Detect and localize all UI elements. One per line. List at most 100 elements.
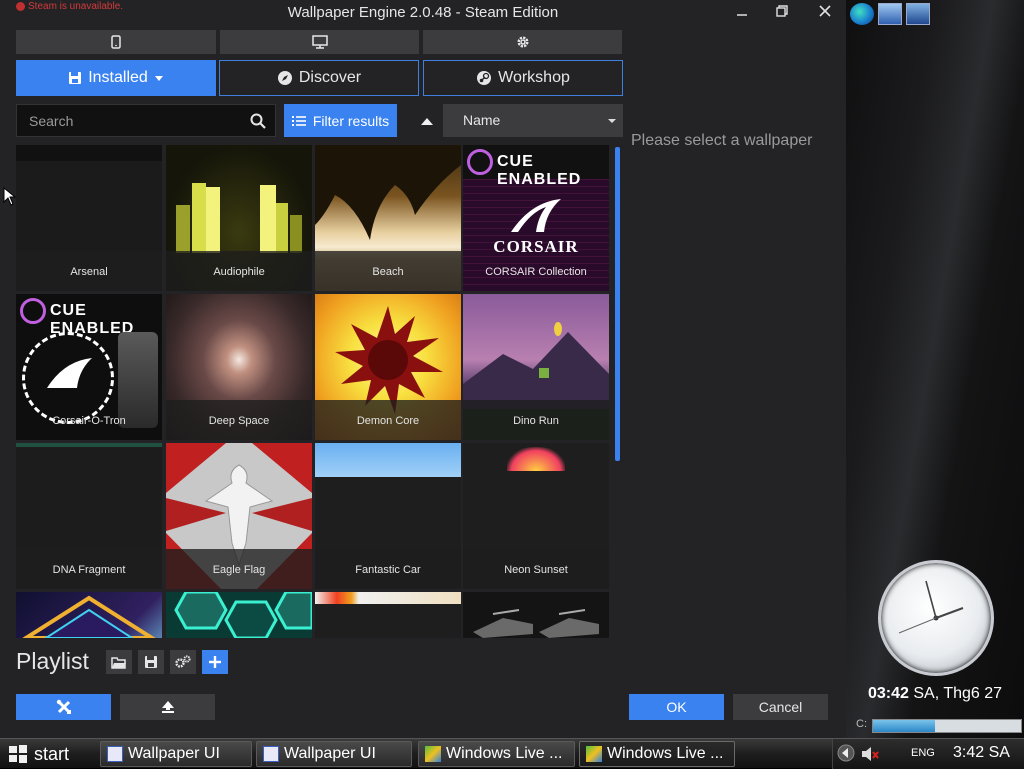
wallpaper-tile-eagle-flag[interactable]: Eagle Flag [166, 443, 312, 589]
windows-live-icon [425, 746, 441, 762]
taskbar-item-wallpaper-ui-2[interactable]: Wallpaper UI [256, 741, 412, 767]
close-button[interactable] [813, 3, 837, 25]
sort-select[interactable]: Name [443, 104, 623, 137]
tab-installed[interactable]: Installed [16, 60, 216, 96]
wallpaper-tile-dna-fragment[interactable]: DNA Fragment [16, 443, 162, 589]
corsair-sail-icon [511, 199, 561, 232]
tab-settings[interactable] [423, 30, 622, 54]
quick-launch [850, 3, 930, 25]
tab-desktop[interactable] [220, 30, 419, 54]
taskbar: start Wallpaper UI Wallpaper UI Windows … [0, 738, 1024, 769]
sort-selected-label: Name [463, 112, 501, 128]
show-desktop-icon[interactable] [878, 3, 902, 25]
wallpaper-thumbnail [16, 592, 162, 638]
sort-direction-button[interactable] [414, 110, 440, 132]
clock-date: SA, Thg6 27 [913, 685, 1003, 702]
preview-empty-message: Please select a wallpaper [631, 132, 813, 149]
task-label: Wallpaper UI [128, 745, 220, 762]
wallpaper-label: Dino Run [463, 400, 609, 440]
tab-workshop[interactable]: Workshop [423, 60, 623, 96]
playlist-title: Playlist [16, 648, 89, 674]
wallpaper-thumbnail [315, 592, 461, 638]
tab-discover[interactable]: Discover [219, 60, 419, 96]
drive-label: C: [856, 718, 867, 730]
filter-results-label: Filter results [312, 112, 390, 129]
system-tray: ENG 3:42 SA [832, 739, 1024, 769]
windows-live-icon [586, 746, 602, 762]
edge-browser-icon[interactable] [850, 3, 874, 25]
minimize-button[interactable] [730, 3, 754, 25]
search-input[interactable] [17, 105, 247, 136]
wallpaper-tile-corsair-o-tron[interactable]: CUE ENABLED Corsair-O-Tron [16, 294, 162, 440]
tools-icon [56, 699, 71, 714]
save-icon [145, 656, 157, 668]
desktop-background: 03:42 SA, Thg6 27 C: [846, 0, 1024, 738]
wallpaper-label: Deep Space [166, 400, 312, 440]
tab-discover-label: Discover [298, 69, 362, 86]
wallpaper-tile-fantastic-car[interactable]: Fantastic Car [315, 443, 461, 589]
playlist-open-button[interactable] [106, 650, 132, 674]
wallpaper-grid: Arsenal Audiophile Beach CUE ENABLED COR… [16, 145, 612, 638]
taskbar-item-wallpaper-ui-1[interactable]: Wallpaper UI [100, 741, 252, 767]
filter-list-icon [291, 115, 306, 126]
wallpaper-tile-corsair-collection[interactable]: CUE ENABLED CORSAIR CORSAIR Collection [463, 145, 609, 291]
upload-icon [161, 701, 174, 713]
wallpaper-tile-deep-space[interactable]: Deep Space [166, 294, 312, 440]
wallpaper-label: Arsenal [16, 251, 162, 291]
wallpaper-tile-dino-run[interactable]: Dino Run [463, 294, 609, 440]
wallpaper-tile-arsenal[interactable]: Arsenal [16, 145, 162, 291]
wallpaper-tile[interactable] [463, 592, 609, 638]
wallpaper-tile-beach[interactable]: Beach [315, 145, 461, 291]
clock-readout: 03:42 SA, Thg6 27 [868, 685, 1002, 703]
save-icon [69, 72, 82, 84]
upload-button[interactable] [120, 694, 215, 720]
wallpaper-thumbnail [463, 592, 609, 638]
switch-windows-icon[interactable] [906, 3, 930, 25]
close-icon [819, 5, 831, 17]
wallpaper-tile[interactable] [166, 592, 312, 638]
taskbar-clock[interactable]: 3:42 SA [953, 744, 1010, 762]
plus-icon [209, 656, 221, 668]
title-bar: Steam is unavailable. Wallpaper Engine 2… [0, 0, 846, 28]
wallpaper-label: CORSAIR Collection [485, 266, 587, 278]
playlist-save-button[interactable] [138, 650, 164, 674]
taskbar-item-windows-live-1[interactable]: Windows Live ... [418, 741, 575, 767]
maximize-button[interactable] [770, 3, 794, 25]
wallpaper-tile-audiophile[interactable]: Audiophile [166, 145, 312, 291]
start-button[interactable]: start [0, 739, 92, 769]
clock-time: 03:42 [868, 685, 909, 702]
ok-button[interactable]: OK [629, 694, 724, 720]
cancel-button[interactable]: Cancel [733, 694, 828, 720]
wallpaper-label: Beach [315, 251, 461, 291]
drive-usage-fill [873, 720, 936, 732]
windows-logo-icon [9, 745, 27, 763]
playlist-add-button[interactable] [202, 650, 228, 674]
show-hidden-icons-button[interactable] [837, 744, 855, 762]
search-icon[interactable] [250, 113, 266, 129]
gear-icon [517, 36, 528, 48]
sort-ascending-icon [421, 118, 433, 125]
tab-mobile[interactable] [16, 30, 216, 54]
wallpaper-tile[interactable] [16, 592, 162, 638]
wallpaper-tile[interactable] [315, 592, 461, 638]
grid-scrollbar[interactable] [615, 147, 620, 461]
tab-workshop-label: Workshop [498, 69, 570, 86]
playlist-configure-button[interactable] [170, 650, 196, 674]
wallpaper-editor-button[interactable] [16, 694, 111, 720]
folder-open-icon [111, 656, 126, 669]
wallpaper-thumbnail [166, 592, 312, 638]
steam-icon [477, 71, 492, 85]
corsair-sail-icon [47, 358, 92, 388]
wallpaper-tile-demon-core[interactable]: Demon Core [315, 294, 461, 440]
compass-icon [277, 71, 292, 85]
input-language[interactable]: ENG [911, 747, 935, 759]
wallpaper-label: Corsair-O-Tron [52, 415, 126, 427]
search-box [16, 104, 276, 137]
taskbar-item-windows-live-2[interactable]: Windows Live ... [579, 741, 735, 767]
task-label: Wallpaper UI [284, 745, 376, 762]
wallpaper-label: DNA Fragment [16, 549, 162, 589]
chevron-down-icon [154, 76, 163, 81]
wallpaper-tile-neon-sunset[interactable]: Neon Sunset [463, 443, 609, 589]
filter-results-button[interactable]: Filter results [284, 104, 397, 137]
volume-muted-icon[interactable] [861, 746, 879, 762]
